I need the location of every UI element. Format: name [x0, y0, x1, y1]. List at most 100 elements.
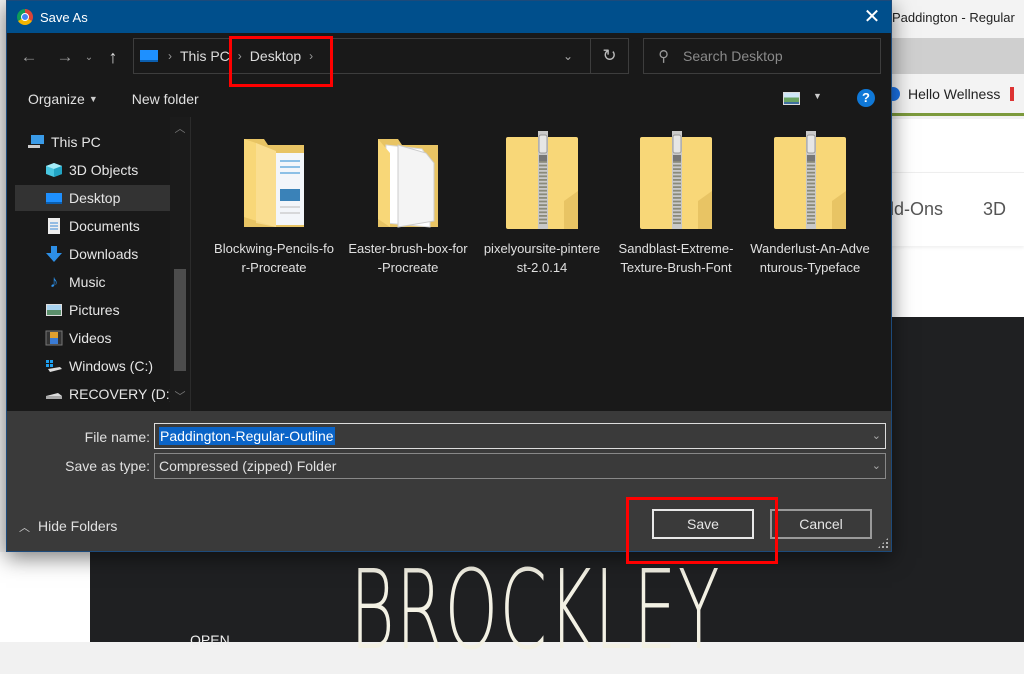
chevron-down-icon[interactable]: ⌄: [872, 424, 881, 448]
organize-label: Organize: [28, 91, 85, 107]
chevron-up-icon: ︿: [19, 522, 30, 534]
navigation-pane: This PC 3D Objects Desktop Documents Dow…: [7, 117, 191, 411]
sidebar-item-label: Desktop: [69, 190, 120, 206]
sidebar-item-desktop[interactable]: Desktop: [15, 185, 171, 211]
folder-icon: [234, 131, 314, 235]
breadcrumb-desktop[interactable]: Desktop: [250, 48, 301, 64]
address-bar[interactable]: › This PC › Desktop › ⌄ ↻: [133, 38, 629, 74]
dialog-title: Save As: [40, 10, 88, 25]
save-as-dialog: Save As ✕ ← → ⌄ ↑ › This PC › Desktop › …: [6, 0, 892, 552]
bookmarks-bar: Hello Wellness: [880, 74, 1024, 116]
cancel-button[interactable]: Cancel: [770, 509, 872, 539]
hide-folders-label: Hide Folders: [38, 518, 117, 534]
desktop-icon: [45, 190, 63, 206]
drive-icon: [45, 358, 63, 374]
command-toolbar: Organize ▼ New folder ▼ ?: [7, 81, 891, 117]
scroll-up-icon[interactable]: ︿: [170, 119, 190, 139]
file-name: Wanderlust-An-Adventurous-Typeface: [747, 239, 873, 277]
address-dropdown-icon[interactable]: ⌄: [554, 39, 582, 73]
zip-folder-icon: [502, 131, 582, 235]
resize-grip-icon[interactable]: [877, 537, 889, 549]
sidebar-item-label: Windows (C:): [69, 358, 153, 374]
file-name: Easter-brush-box-for-Procreate: [345, 239, 471, 277]
file-name-label: File name:: [7, 429, 150, 445]
file-name: Sandblast-Extreme-Texture-Brush-Font: [613, 239, 739, 277]
chrome-icon: [17, 9, 33, 25]
organize-button[interactable]: Organize ▼: [28, 91, 98, 107]
search-icon: ⚲: [658, 47, 669, 65]
back-arrow-icon[interactable]: ←: [15, 47, 43, 67]
close-button[interactable]: ✕: [859, 4, 885, 30]
view-options-caret-icon[interactable]: ▼: [813, 91, 822, 101]
site-nav: dd-Ons 3D: [880, 172, 1024, 246]
breadcrumb-separator-icon[interactable]: ›: [309, 49, 313, 63]
hero-small-text: OPEN: [190, 632, 230, 648]
videos-icon: [45, 330, 63, 346]
navigation-bar: ← → ⌄ ↑ › This PC › Desktop › ⌄ ↻ ⚲: [7, 33, 891, 81]
file-list: Blockwing-Pencils-for-Procreate Easter-b…: [191, 117, 891, 411]
file-item[interactable]: Easter-brush-box-for-Procreate: [345, 131, 471, 277]
up-arrow-icon[interactable]: ↑: [99, 47, 127, 68]
search-box[interactable]: ⚲: [643, 38, 881, 74]
sidebar-item-label: Pictures: [69, 302, 120, 318]
forward-arrow-icon[interactable]: →: [51, 47, 79, 67]
save-as-type-select[interactable]: Compressed (zipped) Folder ⌄: [154, 453, 886, 479]
cube-icon: [45, 162, 63, 178]
breadcrumb-separator-icon[interactable]: ›: [238, 49, 242, 63]
sidebar-item-this-pc[interactable]: This PC: [27, 129, 191, 155]
document-icon: [45, 218, 63, 234]
site-nav-3d[interactable]: 3D: [983, 199, 1006, 219]
sidebar-item-label: Music: [69, 274, 106, 290]
music-icon: ♪: [45, 274, 63, 290]
save-options-panel: File name: Paddington-Regular-Outline ⌄ …: [7, 411, 891, 551]
folder-icon: [368, 131, 448, 235]
file-name-value[interactable]: Paddington-Regular-Outline: [159, 427, 335, 445]
sidebar-item-label: RECOVERY (D:): [69, 386, 174, 402]
file-name-input[interactable]: Paddington-Regular-Outline ⌄: [154, 423, 886, 449]
zip-folder-icon: [770, 131, 850, 235]
site-nav-addons[interactable]: dd-Ons: [884, 199, 943, 219]
download-icon: [45, 246, 63, 262]
scroll-down-icon[interactable]: ﹀: [170, 387, 190, 407]
save-as-type-value: Compressed (zipped) Folder: [159, 458, 336, 474]
help-icon[interactable]: ?: [857, 89, 875, 107]
bookmark-hello-wellness[interactable]: Hello Wellness: [908, 86, 1000, 102]
scrollbar-thumb[interactable]: [174, 269, 186, 371]
refresh-icon[interactable]: ↻: [590, 39, 628, 73]
save-as-type-label: Save as type:: [7, 458, 150, 474]
caret-down-icon: ▼: [89, 94, 98, 104]
browser-tab-title[interactable]: Paddington - Regular: [880, 0, 1024, 38]
search-input[interactable]: [683, 48, 863, 64]
sidebar-item-label: Downloads: [69, 246, 138, 262]
browser-tabstrip: [880, 38, 1024, 74]
hero-title: BROCKLEY: [350, 555, 721, 665]
bookmark-favicon-icon: [1010, 87, 1014, 101]
computer-icon: [27, 134, 45, 150]
pictures-icon: [45, 302, 63, 318]
file-item[interactable]: Sandblast-Extreme-Texture-Brush-Font: [613, 131, 739, 277]
sidebar-item-label: Documents: [69, 218, 140, 234]
breadcrumb-this-pc[interactable]: This PC: [180, 48, 230, 64]
new-folder-button[interactable]: New folder: [132, 91, 199, 107]
file-item[interactable]: Blockwing-Pencils-for-Procreate: [211, 131, 337, 277]
sidebar-item-label: This PC: [51, 134, 101, 150]
dialog-titlebar[interactable]: Save As ✕: [7, 1, 891, 33]
file-name: Blockwing-Pencils-for-Procreate: [211, 239, 337, 277]
save-button[interactable]: Save: [652, 509, 754, 539]
page-margin: [0, 552, 90, 642]
drive-icon: [45, 386, 63, 402]
chevron-down-icon[interactable]: ⌄: [872, 454, 881, 478]
dialog-body: This PC 3D Objects Desktop Documents Dow…: [7, 117, 891, 411]
this-pc-icon: [140, 50, 158, 62]
hide-folders-button[interactable]: ︿ Hide Folders: [19, 518, 117, 535]
file-item[interactable]: Wanderlust-An-Adventurous-Typeface: [747, 131, 873, 277]
breadcrumb-separator-icon[interactable]: ›: [168, 49, 172, 63]
change-view-icon[interactable]: [783, 92, 800, 105]
sidebar-item-label: 3D Objects: [69, 162, 138, 178]
recent-locations-chevron-icon[interactable]: ⌄: [79, 52, 99, 63]
file-name: pixelyoursite-pinterest-2.0.14: [479, 239, 605, 277]
file-item[interactable]: pixelyoursite-pinterest-2.0.14: [479, 131, 605, 277]
zip-folder-icon: [636, 131, 716, 235]
navigation-pane-scrollbar[interactable]: ︿ ﹀: [170, 117, 190, 411]
sidebar-item-label: Videos: [69, 330, 112, 346]
